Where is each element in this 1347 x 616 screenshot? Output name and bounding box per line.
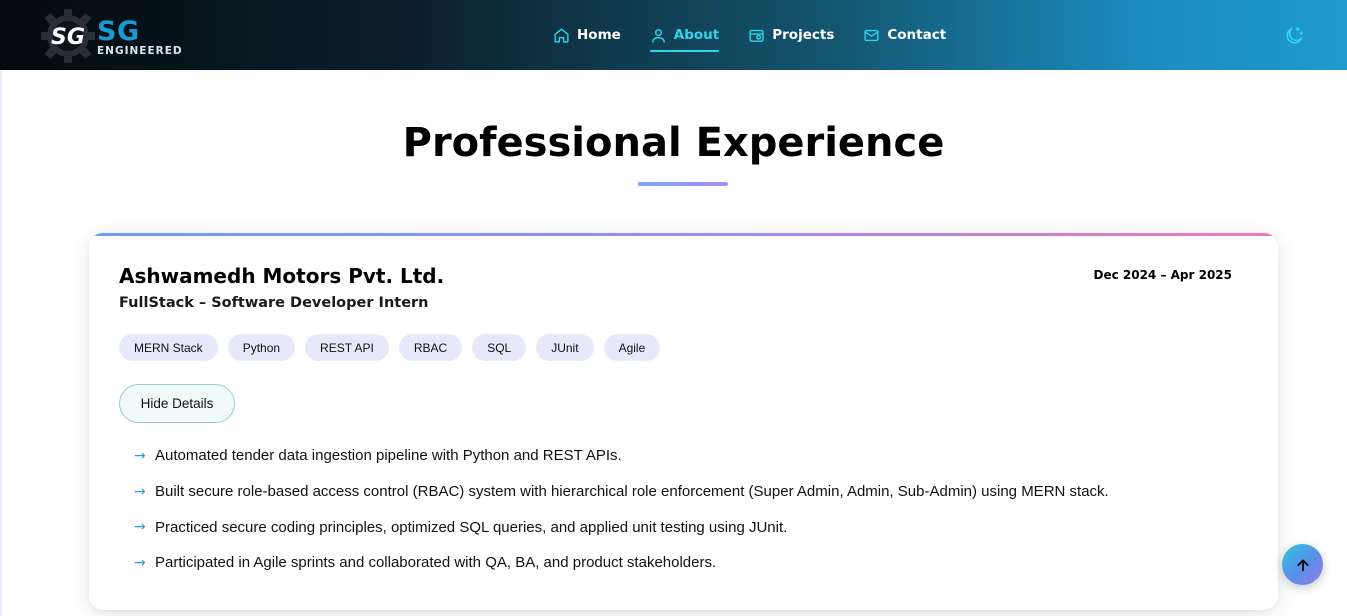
detail-text: Practiced secure coding principles, opti…	[155, 518, 788, 536]
company-name: Ashwamedh Motors Pvt. Ltd.	[119, 264, 445, 288]
nav-home[interactable]: Home	[553, 20, 621, 50]
detail-text: Automated tender data ingestion pipeline…	[155, 447, 622, 465]
job-role: FullStack – Software Developer Intern	[119, 295, 429, 311]
arrow-up-icon	[1296, 558, 1309, 571]
brand-name: SG	[97, 16, 140, 47]
navbar: SG SG ENGINEERED Home About Projects Con…	[0, 0, 1347, 70]
section-title: Professional Experience	[402, 120, 945, 166]
skill-tag: RBAC	[398, 334, 463, 361]
home-icon	[554, 27, 569, 43]
skill-tag: Python	[227, 334, 296, 361]
experience-card: Ashwamedh Motors Pvt. Ltd. FullStack – S…	[89, 233, 1278, 610]
job-dates: Dec 2024 – Apr 2025	[1093, 268, 1232, 282]
nav-home-label: Home	[577, 27, 621, 43]
detail-item: → Participated in Agile sprints and coll…	[134, 545, 1109, 581]
moon-stars-icon[interactable]	[1283, 25, 1305, 47]
skill-tag: SQL	[472, 334, 527, 361]
detail-item: → Practiced secure coding principles, op…	[134, 509, 1109, 545]
brand-logo[interactable]: SG SG ENGINEERED	[40, 8, 190, 63]
nav-contact[interactable]: Contact	[863, 20, 946, 50]
detail-text: Participated in Agile sprints and collab…	[155, 554, 717, 572]
logo-mark: SG	[51, 25, 85, 50]
gear-logo-icon: SG	[41, 9, 95, 63]
arrow-right-icon: →	[134, 554, 146, 571]
arrow-right-icon: →	[134, 447, 146, 464]
portfolio-icon	[749, 29, 764, 42]
hide-details-button[interactable]: Hide Details	[119, 384, 235, 423]
nav-contact-label: Contact	[887, 27, 947, 43]
skill-tag: MERN Stack	[119, 334, 218, 361]
arrow-right-icon: →	[134, 519, 146, 536]
arrow-right-icon: →	[134, 483, 146, 500]
experience-details: → Automated tender data ingestion pipeli…	[134, 438, 1109, 581]
title-underline	[638, 182, 728, 186]
user-icon	[651, 28, 665, 43]
skill-tag: Agile	[603, 334, 661, 361]
nav-about[interactable]: About	[649, 20, 720, 52]
detail-item: → Automated tender data ingestion pipeli…	[134, 438, 1109, 474]
nav-projects-label: Projects	[772, 27, 835, 43]
mail-icon	[864, 29, 879, 41]
scroll-to-top-button[interactable]	[1282, 544, 1323, 585]
skill-tags: MERN Stack Python REST API RBAC SQL JUni…	[119, 334, 670, 361]
nav-projects[interactable]: Projects	[748, 20, 834, 50]
card-accent-bar	[89, 233, 1278, 236]
nav-about-label: About	[673, 27, 720, 43]
brand-subtitle: ENGINEERED	[97, 45, 183, 57]
skill-tag: JUnit	[536, 334, 594, 361]
nav-links: Home About Projects Contact	[553, 0, 975, 70]
detail-text: Built secure role-based access control (…	[155, 483, 1109, 501]
detail-item: → Built secure role-based access control…	[134, 474, 1109, 510]
skill-tag: REST API	[305, 334, 389, 361]
